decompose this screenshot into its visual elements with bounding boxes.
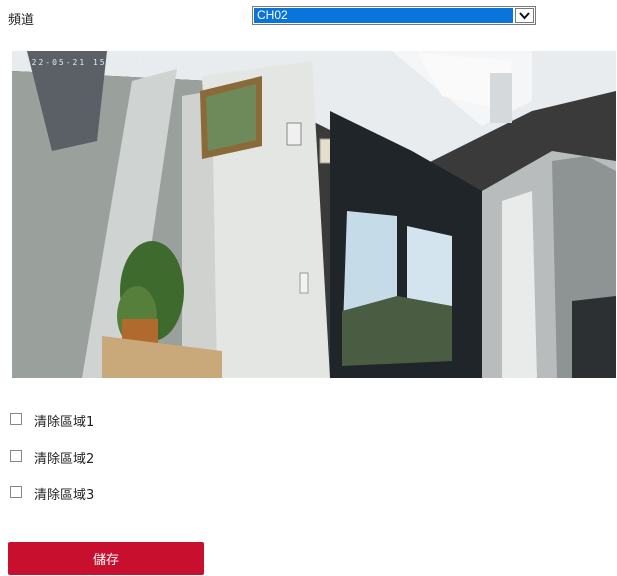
camera-snapshot [12, 51, 616, 378]
save-button[interactable]: 儲存 [8, 542, 204, 575]
clear-region-2-checkbox[interactable] [10, 450, 22, 462]
channel-label: 頻道 [8, 13, 35, 28]
clear-region-1-label: 清除區域1 [34, 415, 95, 430]
clear-region-3-checkbox[interactable] [10, 486, 22, 498]
chevron-down-icon[interactable] [515, 8, 534, 23]
channel-selected-value: CH02 [254, 8, 513, 23]
clear-region-3-label: 清除區域3 [34, 488, 95, 503]
clear-region-1-checkbox[interactable] [10, 413, 22, 425]
channel-select[interactable]: CH02 [252, 6, 536, 25]
video-preview[interactable]: 2022-05-21 15:39:13 [12, 51, 616, 378]
clear-region-2-label: 清除區域2 [34, 452, 95, 467]
osd-timestamp: 2022-05-21 15:39:13 [18, 58, 148, 67]
